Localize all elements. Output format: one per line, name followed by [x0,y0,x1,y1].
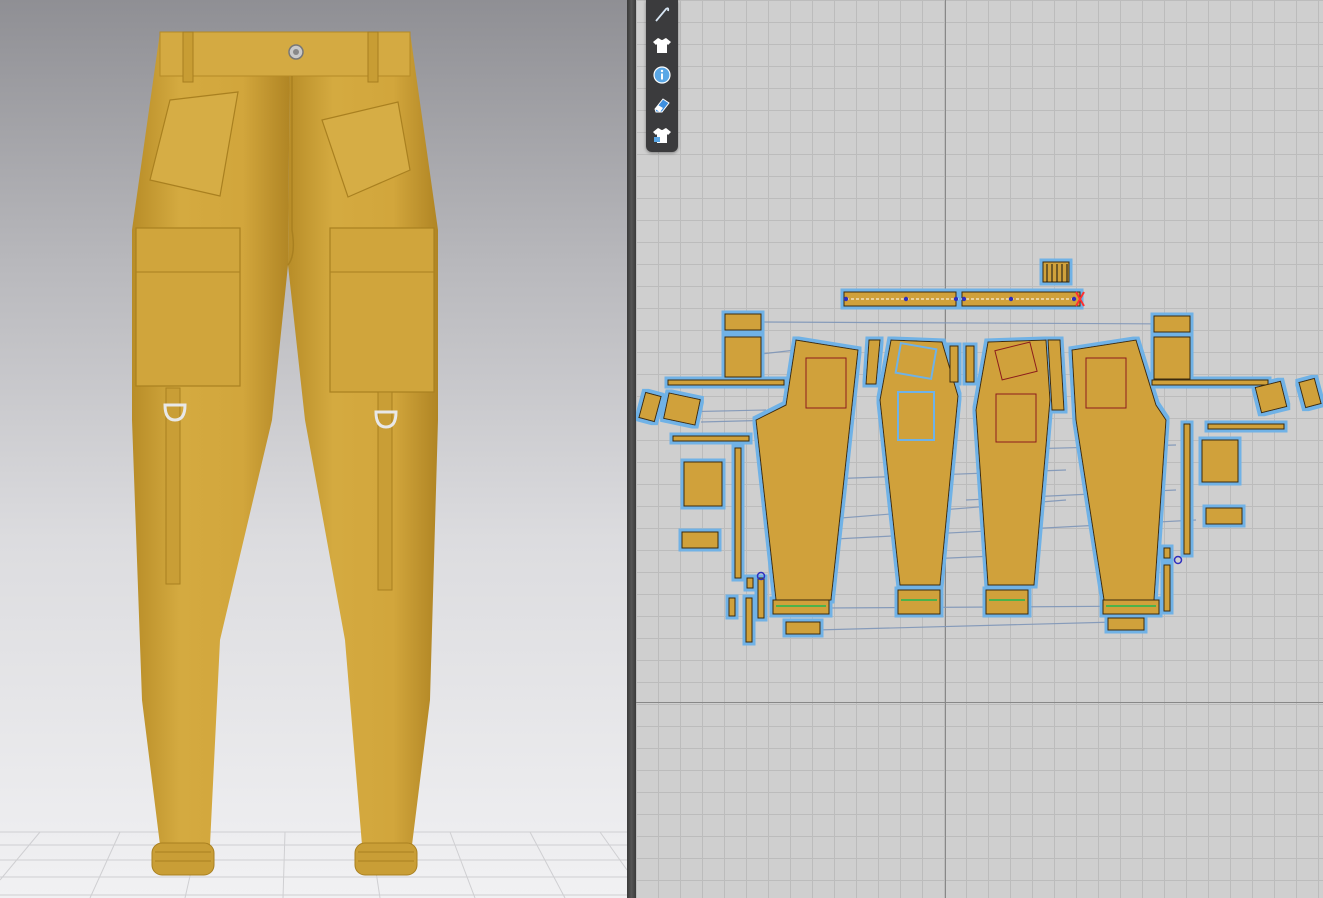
vertical-strip-right [1183,423,1191,555]
pattern-pieces [638,261,1322,643]
3d-viewport[interactable] [0,0,627,898]
cuff-back-right [985,589,1029,615]
flap-right-top [1153,315,1191,333]
strap-strip-left [667,379,785,386]
pocket-piece-left [683,461,723,507]
cuff-green-lines [776,599,1156,607]
eraser-tool-button[interactable] [649,92,675,118]
pocket-piece-right [1201,439,1239,483]
left-cargo-pocket [135,227,241,387]
shirt-icon [653,38,671,53]
flap-left-body [724,336,762,378]
strap-strip-right [1151,379,1269,386]
floor-grid [0,831,627,898]
show-garment-button[interactable] [649,32,675,58]
cuff-piece-small [785,621,821,635]
flap-right-body [1153,336,1191,380]
pocket-strip-right [1205,507,1243,525]
info-button[interactable] [649,62,675,88]
left-cuff [151,842,215,876]
strip-left-2 [672,435,750,442]
strip-right-2 [1207,423,1285,430]
dring-tab-right-1 [1254,380,1288,414]
pattern-layout [638,261,1322,643]
right-cuff [354,842,418,876]
cuff-back-left [897,589,941,615]
info-icon [653,66,671,84]
front-panel-left [755,339,859,601]
garment-lock-button[interactable] [649,122,675,148]
cuff-bottom-right [1107,617,1145,631]
shirt-lock-icon [653,128,671,143]
dring-tab-left-1 [638,391,662,423]
dring-tab-right-2 [1298,377,1322,409]
3d-scene [0,31,627,898]
pocket-strip-left [681,531,719,549]
eraser-icon [654,98,670,113]
2d-view-toolbar [646,0,678,152]
fly-piece-left [865,339,881,385]
needle-tool-button[interactable] [649,2,675,28]
waistband-piece-left [843,291,957,307]
2d-pattern-viewport[interactable] [636,0,1323,898]
panel-splitter[interactable] [627,0,636,898]
vertical-strip-left [734,447,742,579]
right-strap [377,391,393,591]
flap-left-top [724,313,762,331]
right-cargo-pocket [329,227,435,393]
pants-3d-model [132,31,438,876]
dring-tab-left-2 [663,392,701,426]
needle-icon [655,7,670,22]
